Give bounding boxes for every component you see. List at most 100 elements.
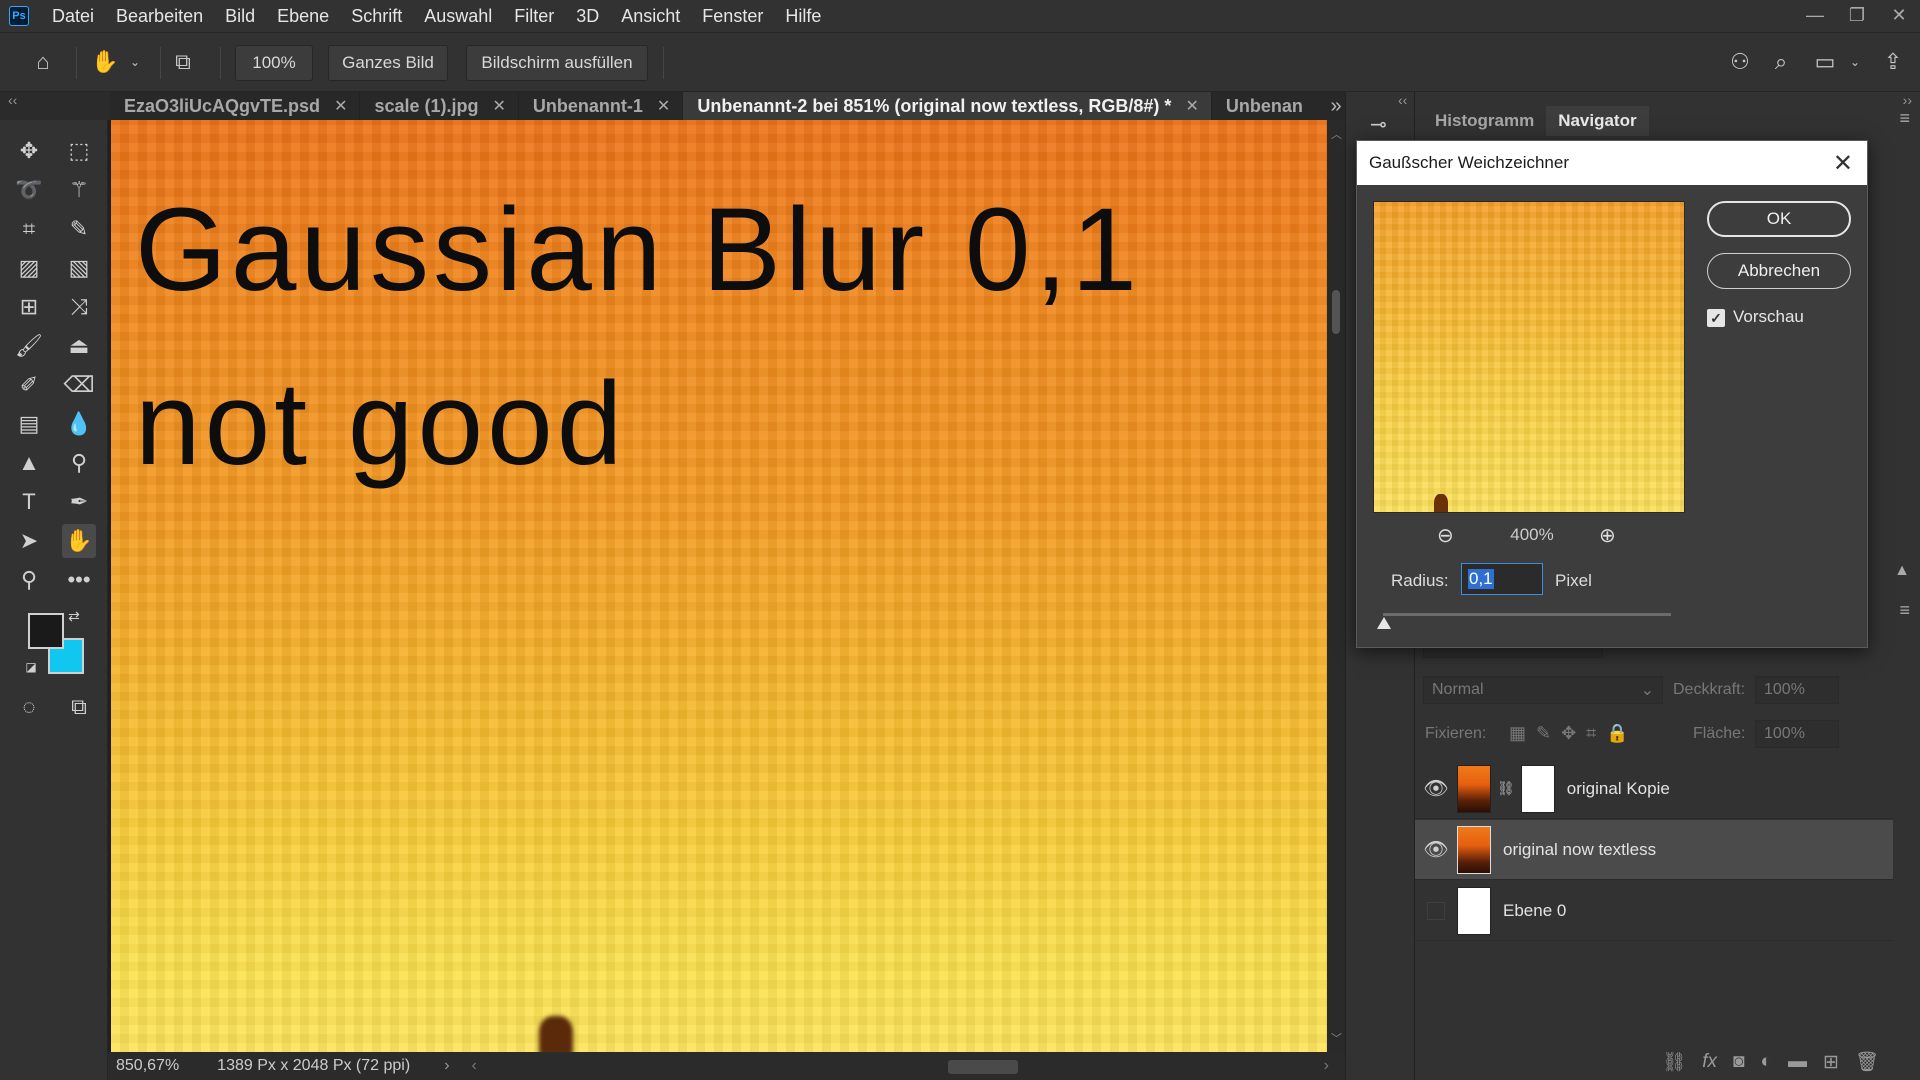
opacity-field[interactable]: 100% [1755,676,1839,704]
navigator-zoom-up-icon[interactable]: ▲ [1894,562,1910,580]
menu-3d[interactable]: 3D [565,6,610,27]
lock-icons[interactable]: ▦✎✥⌗🔒 [1509,723,1639,744]
menu-hilfe[interactable]: Hilfe [774,6,832,27]
screen-mode-icon[interactable]: ⧉ [62,690,96,724]
search-icon[interactable]: ⌕ [1766,47,1796,77]
brush-tool-icon[interactable]: 🖌 [12,329,46,363]
fill-screen-button[interactable]: Bildschirm ausfüllen [466,45,648,81]
menu-schrift[interactable]: Schrift [340,6,413,27]
ok-button[interactable]: OK [1707,201,1851,237]
layer-row-selected[interactable]: 👁 original now textless [1415,820,1893,880]
menu-auswahl[interactable]: Auswahl [413,6,503,27]
close-tab-icon[interactable]: ✕ [657,96,670,116]
fill-field[interactable]: 100% [1755,720,1839,748]
zoom-tool-icon[interactable]: ⚲ [12,563,46,597]
tab-histogram[interactable]: Histogramm [1423,106,1546,136]
patch-tool-icon[interactable]: ▧ [62,251,96,285]
collapse-panels-icon[interactable]: ‹‹ [1398,92,1407,108]
adjustment-layer-icon[interactable]: ◐ [1760,1051,1771,1073]
quick-mask-icon[interactable]: ◌ [12,690,46,724]
status-menu-icon[interactable]: › [444,1057,449,1075]
new-layer-icon[interactable]: ⊞ [1823,1051,1839,1074]
scroll-all-windows-icon[interactable]: ⧉ [168,47,198,77]
menu-ansicht[interactable]: Ansicht [610,6,691,27]
restore-icon[interactable]: ❐ [1836,0,1878,30]
fx-icon[interactable]: fx [1702,1051,1717,1073]
hand-tool-icon[interactable]: ✋ [62,524,96,558]
properties-icon[interactable]: ⊸ [1370,112,1387,137]
stamp-tool-icon[interactable]: ⏏ [62,329,96,363]
learn-icon[interactable]: ⚇ [1725,47,1755,77]
group-folder-icon[interactable]: ▬ [1788,1051,1807,1073]
radius-slider-track[interactable] [1383,613,1671,616]
sharpen-tool-icon[interactable]: ▲ [12,446,46,480]
minimize-icon[interactable]: — [1794,0,1836,30]
blur-tool-icon[interactable]: 💧 [62,407,96,441]
zoom-100-button[interactable]: 100% [235,45,313,81]
layer-row[interactable]: Ebene 0 [1415,881,1893,941]
expand-panels-icon[interactable]: ›› [1903,92,1912,108]
close-icon[interactable]: ✕ [1833,149,1853,178]
dialog-titlebar[interactable]: Gaußscher Weichzeichner [1357,141,1867,185]
collapse-toolbar-icon[interactable]: ‹‹ [8,92,17,108]
path-selection-icon[interactable]: ➤ [12,524,46,558]
scroll-down-icon[interactable]: ﹀ [1331,1030,1342,1046]
zoom-level[interactable]: 850,67% [116,1057,179,1075]
link-icon[interactable]: ⛓ [1497,780,1515,797]
fit-screen-button[interactable]: Ganzes Bild [328,45,448,81]
gradient-tool-icon[interactable]: ▤ [12,407,46,441]
content-aware-move-icon[interactable]: ⤨ [62,290,96,324]
home-icon[interactable]: ⌂ [28,47,58,77]
crop-tool-icon[interactable]: ⌗ [12,212,46,246]
magic-wand-icon[interactable]: ⚚ [62,173,96,207]
marquee-tool-icon[interactable]: ⬚ [62,134,96,168]
mask-thumbnail[interactable] [1520,764,1555,813]
close-tab-icon[interactable]: ✕ [493,96,506,116]
menu-bearbeiten[interactable]: Bearbeiten [105,6,214,27]
share-icon[interactable]: ⇪ [1878,47,1908,77]
radius-slider-thumb[interactable] [1377,617,1391,629]
link-layers-icon[interactable]: ⛓ [1662,1050,1686,1074]
eyedropper-icon[interactable]: ✎ [62,212,96,246]
panel-menu-icon[interactable]: ≡ [1899,108,1910,129]
type-tool-icon[interactable]: T [12,485,46,519]
workspace-icon[interactable]: ▭ [1810,47,1840,77]
vertical-scrollbar[interactable]: ︿ ﹀ [1327,120,1345,1052]
eye-icon[interactable]: 👁 [1415,837,1457,862]
tab-document[interactable]: EzaO3liUcAQgvTE.psd ✕ [110,92,361,120]
close-tab-icon[interactable]: ✕ [1185,96,1198,116]
close-window-icon[interactable]: ✕ [1878,0,1920,30]
scroll-up-icon[interactable]: ︿ [1331,126,1342,142]
trash-icon[interactable]: 🗑 [1855,1050,1879,1074]
hand-tool-icon[interactable]: ✋ [90,47,120,77]
cancel-button[interactable]: Abbrechen [1707,253,1851,289]
filter-preview[interactable] [1373,201,1685,513]
visibility-toggle[interactable] [1427,901,1445,920]
menu-ebene[interactable]: Ebene [266,6,340,27]
close-tab-icon[interactable]: ✕ [334,96,347,116]
healing-brush-icon[interactable]: ▨ [12,251,46,285]
foreground-color-swatch[interactable] [28,613,64,649]
radius-input[interactable]: 0,1 [1461,563,1543,595]
tab-document-active[interactable]: Unbenannt-2 bei 851% (original now textl… [683,92,1212,120]
frame-tool-icon[interactable]: ⊞ [12,290,46,324]
eraser-tool-icon[interactable]: ⌫ [62,368,96,402]
blend-mode-select[interactable]: Normal ⌄ [1423,676,1663,704]
tab-document[interactable]: Unbenan [1212,92,1315,120]
layer-row[interactable]: 👁 ⛓ original Kopie [1415,759,1893,819]
zoom-out-icon[interactable]: ⊖ [1437,523,1454,548]
default-colors-icon[interactable]: ◪ [22,658,40,676]
chevron-down-icon[interactable]: ⌄ [1840,47,1870,77]
menu-filter[interactable]: Filter [503,6,565,27]
scroll-left-icon[interactable]: ‹ [472,1057,477,1075]
horizontal-scrollbar-thumb[interactable] [948,1060,1018,1074]
add-mask-icon[interactable]: ◙ [1733,1051,1744,1073]
dodge-tool-icon[interactable]: ⚲ [62,446,96,480]
menu-bild[interactable]: Bild [214,6,266,27]
menu-fenster[interactable]: Fenster [691,6,774,27]
layers-panel-menu-icon[interactable]: ≡ [1899,600,1910,621]
menu-datei[interactable]: Datei [41,6,105,27]
lasso-tool-icon[interactable]: ➰ [12,173,46,207]
swap-colors-icon[interactable]: ⇄ [64,606,84,626]
chevron-down-icon[interactable]: ⌄ [120,47,150,77]
